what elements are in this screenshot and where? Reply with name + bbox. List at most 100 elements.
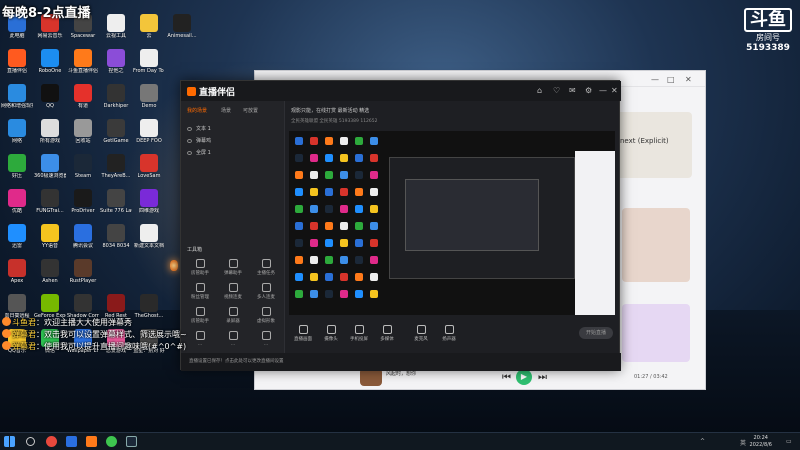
desktop-icon[interactable]: 所有游戏 [34, 119, 66, 144]
desktop-icon[interactable]: 捏他之 [100, 49, 132, 74]
streamer-app-window[interactable]: 直播伴侣 ⌂ ♡ ✉ ⚙ — ✕ 我的场景 场景 可放置 文本 1 弹幕鸡 全屏… [180, 80, 621, 371]
gear-icon[interactable]: ⚙ [585, 86, 592, 95]
eye-icon[interactable] [187, 151, 192, 155]
desktop-icon[interactable]: GetIGame [100, 119, 132, 144]
desktop-icon[interactable]: Animesail... [166, 14, 198, 39]
desktop-icon[interactable]: 云视工具 [100, 14, 132, 39]
heart-icon[interactable]: ♡ [553, 86, 560, 95]
minimize-icon[interactable]: — [599, 86, 607, 95]
toolbox-item[interactable]: … [251, 331, 281, 347]
start-live-button[interactable]: 开始直播 [579, 327, 613, 339]
desktop-icon[interactable]: Apex [1, 259, 33, 284]
toolbox-item[interactable]: 房管助手 [185, 259, 215, 276]
browser-icon[interactable] [46, 436, 57, 447]
toolbox-item[interactable]: 录屏器 [218, 307, 248, 324]
desktop-icon[interactable]: 有道 [67, 84, 99, 109]
phone-cast-button[interactable]: 手机投屏 [345, 325, 373, 342]
eye-icon[interactable] [187, 139, 192, 143]
desktop-icon[interactable]: Darkhiper [100, 84, 132, 109]
desktop-icon [100, 259, 132, 278]
toolbox-item[interactable]: 粉丝管理 [185, 283, 215, 300]
tab-my-scenes[interactable]: 我的场景 [187, 107, 207, 114]
desktop-icon[interactable]: 8034 8034 [100, 224, 132, 249]
tray-up-icon[interactable]: ^ [700, 438, 705, 445]
desktop-icon[interactable]: 云 [133, 14, 165, 39]
scene-item[interactable]: 全屏 1 [187, 149, 211, 156]
desktop-icon[interactable]: 向日葵远程 [1, 294, 33, 319]
app-icon [107, 224, 125, 242]
desktop-icon[interactable]: FUNGTrai... [34, 189, 66, 214]
streamer-titlebar[interactable]: 直播伴侣 ⌂ ♡ ✉ ⚙ — ✕ [181, 81, 621, 101]
prev-icon[interactable]: ⏮ [502, 372, 511, 383]
desktop-icon[interactable]: YY语音 [34, 224, 66, 249]
media-button[interactable]: 多媒体 [373, 325, 401, 342]
language-indicator[interactable]: 英 [740, 438, 746, 447]
desktop-icon[interactable]: QQ [34, 84, 66, 109]
close-icon[interactable]: ✕ [611, 86, 618, 95]
microphone-button[interactable]: 麦克风 [407, 325, 435, 342]
search-icon[interactable] [26, 437, 35, 446]
tab-placeable[interactable]: 可放置 [243, 107, 258, 114]
desktop-icon[interactable]: GeForce Experience [34, 294, 66, 319]
scene-item[interactable]: 弹幕鸡 [187, 137, 211, 144]
desktop-icon[interactable]: 优酷 [1, 189, 33, 214]
album-card[interactable] [612, 112, 692, 178]
app-icon[interactable] [66, 436, 77, 447]
desktop-icon[interactable]: 四维游戏 [133, 189, 165, 214]
app-icon[interactable] [106, 436, 117, 447]
screen-capture-button[interactable]: 直播画面 [289, 325, 317, 342]
play-button[interactable]: ▶ [516, 369, 532, 385]
desktop-icon[interactable]: ProDriver [67, 189, 99, 214]
minimize-icon[interactable]: — [651, 75, 659, 84]
live-preview[interactable] [289, 131, 615, 315]
app-icon [8, 294, 26, 312]
desktop-icon[interactable]: 好压 [1, 154, 33, 179]
desktop-icon[interactable]: Steam [67, 154, 99, 179]
speaker-button[interactable]: 扬声器 [435, 325, 463, 342]
desktop-icon[interactable]: Red Rest [100, 294, 132, 319]
camera-button[interactable]: 摄像头 [317, 325, 345, 342]
desktop-icon[interactable]: Suite 776 Launcher [100, 189, 132, 214]
desktop-icon[interactable]: 迅雷 [1, 224, 33, 249]
streamer-taskbar-icon[interactable] [86, 436, 97, 447]
mail-icon[interactable]: ✉ [569, 86, 576, 95]
desktop-icon[interactable]: DEEP FOO [133, 119, 165, 144]
desktop-icon[interactable]: Shadow Corridor [67, 294, 99, 319]
desktop-icon[interactable]: 新建文本文档 [133, 224, 165, 249]
scene-item[interactable]: 文本 1 [187, 125, 211, 132]
toolbox-item[interactable]: 虚拟形象 [251, 307, 281, 324]
photo-card[interactable] [622, 208, 690, 282]
desktop-icon[interactable]: 斗鱼直播伴侣 [67, 49, 99, 74]
tab-scenes[interactable]: 场景 [221, 107, 231, 114]
eye-icon[interactable] [187, 127, 192, 131]
toolbox-item[interactable]: 主播任务 [251, 259, 281, 276]
desktop-icon[interactable]: From Day To Day [133, 49, 165, 74]
clock[interactable]: 20:24 2022/8/6 [750, 435, 772, 449]
desktop-icon[interactable]: 360极速浏览器 [34, 154, 66, 179]
home-icon[interactable]: ⌂ [537, 86, 542, 95]
notification-icon[interactable]: ▭ [786, 438, 792, 445]
steam-icon[interactable] [126, 436, 137, 447]
maximize-icon[interactable]: □ [667, 75, 675, 84]
desktop-icon[interactable]: 网络和增强现实 [1, 84, 33, 109]
toolbox-item[interactable]: 视频连麦 [218, 283, 248, 300]
desktop-icon[interactable]: RustPlayer [67, 259, 99, 284]
windows-start-icon[interactable] [4, 436, 15, 447]
desktop-icon[interactable]: 网络 [1, 119, 33, 144]
scene-panel: 我的场景 场景 可放置 文本 1 弹幕鸡 全屏 1 工具箱 房管助手 弹幕助手 主播… [181, 101, 285, 353]
desktop-icon[interactable]: Demo [133, 84, 165, 109]
close-icon[interactable]: ✕ [685, 75, 692, 84]
desktop-icon[interactable]: 回收站 [67, 119, 99, 144]
cartoon-card[interactable] [622, 304, 690, 362]
toolbox-item[interactable]: 弹幕助手 [218, 259, 248, 276]
desktop-icon[interactable]: 直播伴侣 [1, 49, 33, 74]
desktop-icon[interactable]: TheGhost... [133, 294, 165, 319]
desktop-icon[interactable]: RoboOne [34, 49, 66, 74]
toolbox-item[interactable]: 多人连麦 [251, 283, 281, 300]
toolbox-item[interactable]: … [218, 331, 248, 347]
desktop-icon[interactable]: LoveSam [133, 154, 165, 179]
next-icon[interactable]: ⏭ [538, 372, 547, 383]
desktop-icon[interactable]: Ashen [34, 259, 66, 284]
desktop-icon[interactable]: TheyAreB... [100, 154, 132, 179]
desktop-icon[interactable]: 腾讯会议 [67, 224, 99, 249]
